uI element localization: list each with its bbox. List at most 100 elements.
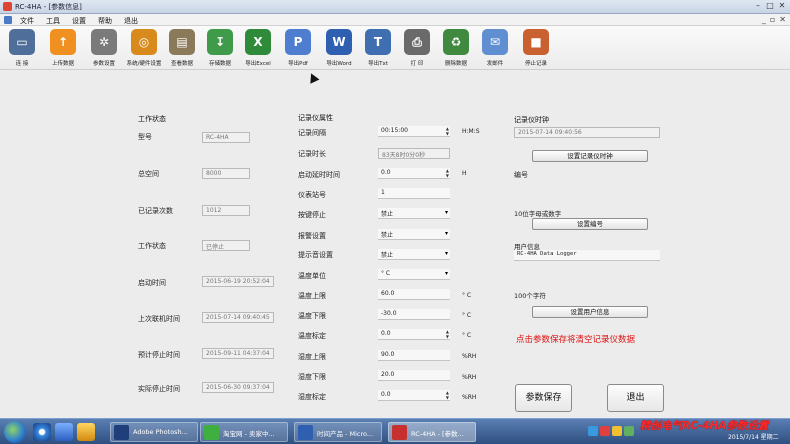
interval-unit: H:M:S [462, 128, 480, 135]
start-delay-spinner[interactable]: 0.0 ▲ ▼ [378, 168, 450, 179]
toolbar-button-upload[interactable]: ↑ 上传数据 [47, 28, 79, 68]
system-menu-icon[interactable] [4, 16, 12, 24]
spinner-arrows-icon[interactable]: ▲ ▼ [446, 126, 449, 136]
actual-stop-field: 2015-06-30 09:37:04 [202, 382, 274, 393]
task-label: 时间产品 - Micro... [317, 430, 374, 438]
toolbar-button-trash[interactable]: ♻ 删除数据 [440, 28, 472, 68]
temp-cal-unit: ° C [462, 332, 472, 339]
temp-upper-input[interactable]: 60.0 [378, 289, 450, 300]
temp-cal-spinner[interactable]: 0.0 ▲ ▼ [378, 329, 450, 340]
task-label: 淘宝网 - 卖家中... [223, 430, 275, 438]
hum-cal-spinner[interactable]: 0.0 ▲ ▼ [378, 390, 450, 401]
stop-record-icon: ■ [523, 29, 549, 55]
dropdown-arrow-icon: ▾ [444, 250, 448, 257]
taskbar-clock: 2015/7/14 星期二 [728, 434, 779, 441]
start-time-field: 2015-06-19 20:52:04 [202, 276, 274, 287]
menu-tools[interactable]: 工具 [46, 16, 60, 26]
network-icon[interactable] [588, 426, 598, 436]
taskbar-task[interactable]: RC-4HA - [参数... [388, 422, 476, 442]
task-app-icon [114, 425, 129, 440]
beep-select[interactable]: 禁止 ▾ [378, 249, 450, 260]
trash-icon: ♻ [443, 29, 469, 55]
folder-icon[interactable] [55, 423, 73, 441]
ime-icon[interactable] [612, 426, 622, 436]
save-params-button[interactable]: 参数保存 [515, 384, 572, 412]
total-space-field: 8000 [202, 168, 250, 179]
ie-icon[interactable] [33, 423, 51, 441]
toolbar-button-printer[interactable]: ⎙ 打 印 [401, 28, 433, 68]
word-icon: W [326, 29, 352, 55]
task-app-icon [392, 425, 407, 440]
hum-cal-label: 湿度标定 [298, 393, 326, 401]
spinner-arrows-icon[interactable]: ▲ ▼ [446, 329, 449, 339]
last-online-label: 上次联机时间 [138, 315, 180, 323]
dropdown-arrow-icon: ▾ [444, 270, 448, 277]
work-state-field: 已停止 [202, 240, 250, 251]
hum-upper-unit: %RH [462, 353, 477, 360]
model-field: RC-4HA [202, 132, 250, 143]
toolbar-button-stop-record[interactable]: ■ 停止记录 [520, 28, 552, 68]
set-serial-button[interactable]: 设置编号 [532, 218, 648, 230]
duration-field: 83天8时0分0秒 [378, 148, 450, 159]
media-icon[interactable] [77, 423, 95, 441]
taskbar-task[interactable]: 淘宝网 - 卖家中... [200, 422, 288, 442]
toolbar-button-hardware[interactable]: ◎ 系统/硬件设置 [127, 28, 161, 68]
planned-stop-field: 2015-09-11 04:37:04 [202, 348, 274, 359]
toolbar-button-txt[interactable]: T 导出Txt [362, 28, 394, 68]
station-label: 仪表站号 [298, 191, 326, 199]
toolbar-button-pdf[interactable]: P 导出Pdf [282, 28, 314, 68]
taskbar-task[interactable]: 时间产品 - Micro... [294, 422, 382, 442]
txt-icon: T [365, 29, 391, 55]
temp-unit-select[interactable]: ° C ▾ [378, 269, 450, 280]
menu-bar: 文件 工具 设置 帮助 退出 _ ▫ ✕ [0, 14, 790, 26]
menu-file[interactable]: 文件 [20, 16, 34, 26]
minimize-icon[interactable]: – [753, 1, 763, 11]
clock-field: 2015-07-14 09:40:56 [514, 127, 660, 138]
records-label: 已记录次数 [138, 207, 173, 215]
userinfo-input[interactable]: RC-4HA Data Logger [514, 250, 660, 261]
start-button[interactable] [4, 421, 26, 443]
key-stop-select[interactable]: 禁止 ▾ [378, 208, 450, 219]
mail-icon: ✉ [482, 29, 508, 55]
hum-lower-unit: %RH [462, 374, 477, 381]
hardware-icon: ◎ [131, 29, 157, 55]
antivirus-icon[interactable] [600, 426, 610, 436]
doc-close-icon[interactable]: ✕ [779, 15, 786, 25]
menu-settings[interactable]: 设置 [72, 16, 86, 26]
beep-label: 提示音设置 [298, 251, 333, 259]
computer-icon: ▭ [9, 29, 35, 55]
work-state-label: 工作状态 [138, 242, 166, 250]
spinner-arrows-icon[interactable]: ▲ ▼ [446, 168, 449, 178]
toolbar-button-gears[interactable]: ✲ 参数设置 [88, 28, 120, 68]
hum-upper-input[interactable]: 90.0 [378, 350, 450, 361]
toolbar-button-save-data[interactable]: ↧ 存储数据 [204, 28, 236, 68]
menu-exit[interactable]: 退出 [124, 16, 138, 26]
doc-minimize-icon[interactable]: _ [762, 15, 766, 25]
toolbar-button-mail[interactable]: ✉ 发邮件 [479, 28, 511, 68]
exit-button[interactable]: 退出 [607, 384, 664, 412]
menu-help[interactable]: 帮助 [98, 16, 112, 26]
station-input[interactable]: 1 [378, 188, 450, 199]
volume-icon[interactable] [624, 426, 634, 436]
toolbar-button-view-data[interactable]: ▤ 查看数据 [166, 28, 198, 68]
set-clock-button[interactable]: 设置记录仪时钟 [532, 150, 648, 162]
document-controls: _ ▫ ✕ [762, 15, 786, 25]
hum-lower-input[interactable]: 20.0 [378, 370, 450, 381]
interval-spinner[interactable]: 00:15:00 ▲ ▼ [378, 126, 450, 137]
total-space-label: 总空间 [138, 170, 159, 178]
set-userinfo-button[interactable]: 设置用户信息 [532, 306, 648, 318]
toolbar-button-word[interactable]: W 导出Word [323, 28, 355, 68]
taskbar-task[interactable]: Adobe Photosh... [110, 422, 198, 442]
doc-restore-icon[interactable]: ▫ [770, 15, 775, 25]
toolbar-button-excel[interactable]: X 导出Excel [242, 28, 274, 68]
interval-label: 记录间隔 [298, 129, 326, 137]
toolbar-button-computer[interactable]: ▭ 连 接 [6, 28, 38, 68]
start-delay-label: 启动延时时间 [298, 171, 340, 179]
alarm-select[interactable]: 禁止 ▾ [378, 229, 450, 240]
temp-lower-input[interactable]: -30.0 [378, 309, 450, 320]
hum-upper-label: 湿度上限 [298, 353, 326, 361]
spinner-arrows-icon[interactable]: ▲ ▼ [446, 390, 449, 400]
close-icon[interactable]: ✕ [777, 1, 787, 11]
maximize-icon[interactable]: □ [765, 1, 775, 11]
title-bar: RC-4HA - [参数信息] – □ ✕ [0, 0, 790, 14]
